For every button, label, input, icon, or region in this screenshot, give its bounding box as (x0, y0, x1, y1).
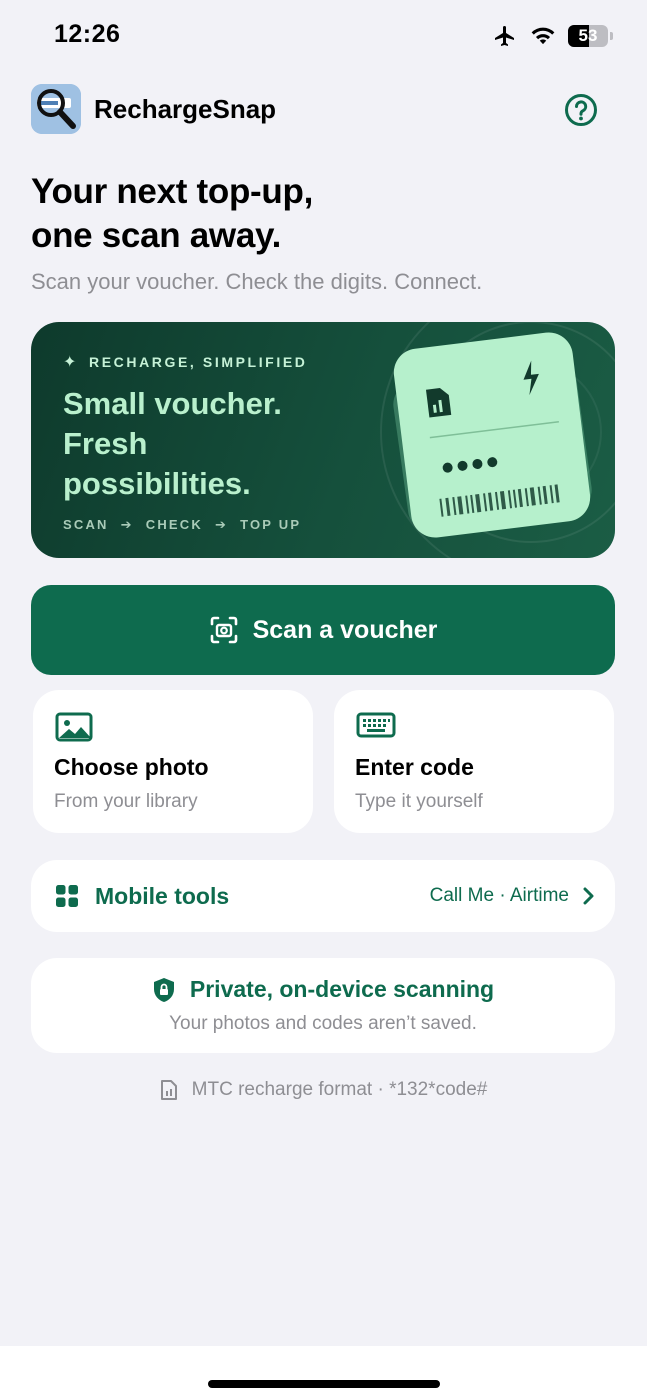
voucher-illustration (425, 360, 560, 517)
sparkle-icon: ✦ (63, 354, 80, 371)
status-time: 12:26 (54, 20, 121, 48)
enter-code-title: Enter code (355, 754, 474, 780)
step-check: CHECK (145, 517, 203, 532)
hero-title: Small voucher. Fresh possibilities. (63, 384, 363, 504)
barcode (439, 484, 560, 517)
shield-lock-icon (153, 977, 174, 1002)
airplane-icon (495, 26, 514, 46)
mobile-tools-links: Call Me · Airtime (430, 885, 595, 907)
headline-line-1: Your next top-up, (31, 172, 313, 211)
photo-icon (55, 712, 93, 742)
step-scan: SCAN (63, 517, 109, 532)
grid-icon (56, 885, 78, 907)
status-icons: 53 (492, 22, 613, 50)
hero-eyebrow: ✦ RECHARGE, SIMPLIFIED (63, 352, 307, 372)
arrow-right-icon: ➔ (120, 517, 134, 532)
keyboard-icon (356, 712, 396, 738)
enter-code-card[interactable]: Enter code Type it yourself (334, 690, 614, 833)
hero-steps: SCAN ➔ CHECK ➔ TOP UP (63, 517, 301, 533)
home-indicator[interactable] (208, 1380, 440, 1388)
headline: Your next top-up, one scan away. (31, 170, 591, 258)
hero-eyebrow-text: RECHARGE, SIMPLIFIED (89, 354, 308, 370)
choose-photo-title: Choose photo (54, 754, 209, 780)
privacy-header: Private, on-device scanning (31, 976, 615, 1003)
scan-voucher-button[interactable]: Scan a voucher (31, 585, 615, 675)
choose-photo-card[interactable]: Choose photo From your library (33, 690, 313, 833)
battery-indicator: 53 (568, 25, 608, 47)
hero-voucher-card (391, 329, 593, 541)
battery-nub (610, 32, 613, 40)
hero-title-line-1: Small voucher. (63, 386, 282, 421)
chevron-right-icon (583, 887, 594, 905)
sim-card-icon (160, 1080, 177, 1100)
magnifier-logo-icon (31, 84, 81, 134)
privacy-card: Private, on-device scanning Your photos … (31, 958, 615, 1053)
arrow-right-icon: ➔ (214, 517, 229, 532)
bottom-safe-area (0, 1346, 647, 1400)
privacy-subtitle: Your photos and codes aren’t saved. (169, 1013, 477, 1034)
hero-title-line-3: possibilities. (63, 466, 251, 501)
sim-icon (425, 388, 452, 418)
headline-line-2: one scan away. (31, 216, 281, 255)
camera-scan-icon (210, 616, 237, 644)
app-logo (31, 84, 81, 134)
battery-percent: 53 (578, 26, 598, 45)
mobile-tools-row[interactable]: Mobile tools Call Me · Airtime (31, 860, 615, 932)
privacy-title: Private, on-device scanning (189, 976, 495, 1002)
lightning-icon (523, 360, 539, 396)
recharge-format-note: MTC recharge format · *132*code# (0, 1079, 647, 1101)
help-circle-icon[interactable] (564, 93, 598, 127)
mobile-tools-title: Mobile tools (95, 882, 230, 909)
subheadline: Scan your voucher. Check the digits. Con… (31, 269, 483, 294)
mobile-tools-subtitle: Call Me · Airtime (429, 885, 569, 906)
wifi-icon (531, 27, 555, 45)
enter-code-subtitle: Type it yourself (355, 791, 483, 812)
step-top-up: TOP UP (240, 517, 302, 532)
hero-title-line-2: Fresh (63, 426, 148, 461)
recharge-format-text: MTC recharge format · *132*code# (191, 1079, 488, 1100)
app-name: RechargeSnap (94, 94, 277, 124)
scan-voucher-label: Scan a voucher (252, 615, 438, 644)
choose-photo-subtitle: From your library (54, 791, 198, 812)
